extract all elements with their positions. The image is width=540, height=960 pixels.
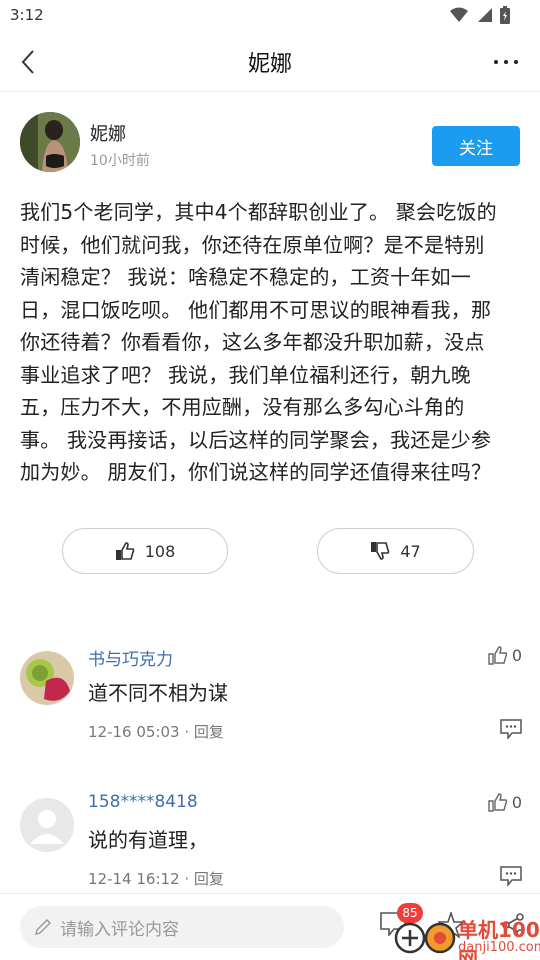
downvote-count: 47 — [400, 541, 421, 561]
comment-like-button[interactable]: 0 — [488, 645, 522, 665]
post-line: 五，压力不大，不用应酬，没有那么多勾心斗角的 — [20, 395, 465, 419]
more-icon — [494, 60, 498, 64]
upvote-count: 108 — [144, 541, 176, 561]
comment-meta: 12-16 05:03 · 回复 — [88, 723, 224, 741]
post-line: 事。 我没再接话，以后这样的同学聚会，我还是少参 — [20, 427, 492, 452]
author-row: 妮娜 10小时前 关注 — [20, 112, 520, 174]
thumb-up-icon — [488, 793, 508, 812]
post-line: 时候，他们就问我，你还待在原单位啊？是不是特别 — [20, 232, 485, 257]
more-button[interactable] — [486, 44, 526, 80]
signal-icon — [478, 8, 492, 22]
pencil-icon — [35, 919, 51, 935]
post-line: 清闲稳定？ 我说：啥稳定不稳定的，工资十年如一 — [20, 265, 471, 289]
wifi-icon — [450, 7, 468, 22]
commenter-avatar[interactable] — [20, 798, 74, 852]
comment-bubble-icon — [500, 719, 522, 741]
commenter-name[interactable]: 158****8418 — [88, 792, 198, 812]
thumb-up-icon — [488, 646, 508, 665]
comment-date: 12-16 05:03 — [88, 723, 180, 741]
comment-input[interactable]: 请输入评论内容 — [20, 906, 344, 948]
status-bar: 3:12 — [0, 0, 540, 32]
commenter-name[interactable]: 书与巧克力 — [88, 645, 173, 670]
watermark-icon — [394, 922, 456, 954]
page-title: 妮娜 — [247, 52, 292, 77]
commenter-avatar[interactable] — [20, 651, 74, 705]
post-body: 我们5个老同学，其中4个都辞职创业了。 聚会吃饭的 时候，他们就问我，你还待在原… — [20, 196, 524, 489]
comment-like-count: 0 — [511, 792, 522, 812]
comment-text: 说的有道理， — [88, 828, 208, 852]
status-icons — [450, 6, 510, 24]
author-name[interactable]: 妮娜 — [90, 120, 126, 146]
reply-link[interactable]: 回复 — [194, 870, 224, 888]
comment-reply-button[interactable] — [500, 866, 522, 890]
comment-item: 158****8418 0 说的有道理， 12-14 16:12 · 回复 — [20, 792, 522, 892]
comment-text: 道不同不相为谋 — [88, 681, 228, 705]
comment-bubble-icon — [500, 866, 522, 888]
battery-icon — [500, 6, 510, 24]
comment-item: 书与巧克力 0 道不同不相为谋 12-16 05:03 · 回复 — [20, 645, 522, 745]
status-time: 3:12 — [10, 6, 44, 24]
comment-like-count: 0 — [511, 645, 522, 665]
watermark-logo: 单机100网 danji100.com — [392, 912, 540, 960]
watermark-url: danji100.com — [458, 940, 540, 955]
downvote-button[interactable]: 47 — [317, 528, 474, 574]
comment-meta: 12-14 16:12 · 回复 — [88, 870, 224, 888]
reply-link[interactable]: 回复 — [194, 723, 224, 741]
upvote-button[interactable]: 108 — [62, 528, 228, 574]
post-line: 日，混口饭吃呗。 他们都用不可思议的眼神看我，那 — [20, 297, 492, 322]
nav-bar: 妮娜 — [0, 32, 540, 92]
post-line: 事业追求了吧？ 我说，我们单位福利还行，朝九晚 — [20, 362, 471, 387]
comment-input-placeholder: 请输入评论内容 — [60, 919, 179, 940]
comment-like-button[interactable]: 0 — [488, 792, 522, 812]
post-line: 加为妙。 朋友们，你们说这样的同学还值得来往吗？ — [20, 460, 492, 484]
post-line: 你还待着？你看看你，这么多年都没升职加薪，没点 — [20, 330, 485, 354]
post-time: 10小时前 — [90, 153, 150, 169]
author-avatar[interactable] — [20, 112, 80, 172]
post-line: 我们5个老同学，其中4个都辞职创业了。 聚会吃饭的 — [20, 200, 497, 224]
thumb-down-icon — [371, 542, 390, 560]
thumb-up-icon — [115, 542, 135, 560]
comment-reply-button[interactable] — [500, 719, 522, 743]
follow-button[interactable]: 关注 — [432, 126, 520, 166]
comment-date: 12-14 16:12 — [88, 870, 180, 888]
